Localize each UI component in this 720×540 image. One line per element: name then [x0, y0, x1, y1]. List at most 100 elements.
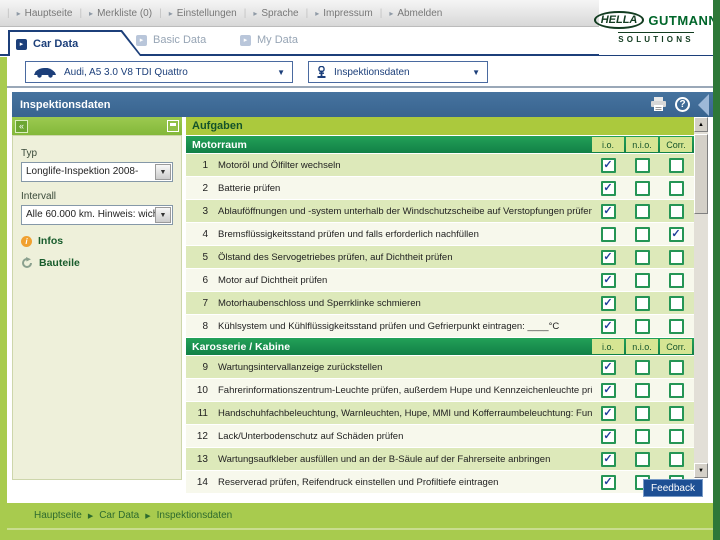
- checkbox-nio[interactable]: [635, 181, 650, 196]
- checkbox-io[interactable]: ✓: [601, 429, 616, 444]
- task-number: 6: [186, 275, 208, 286]
- menu-item-abmelden[interactable]: ▸ Abmelden: [389, 8, 442, 19]
- checkbox-corr[interactable]: [669, 406, 684, 421]
- checkbox-nio[interactable]: [635, 429, 650, 444]
- module-dropdown[interactable]: Inspektionsdaten ▼: [308, 61, 488, 83]
- checkbox-corr[interactable]: ✓: [669, 227, 684, 242]
- task-row: 11 Handschuhfachbeleuchtung, Warnleuchte…: [186, 402, 694, 424]
- checkbox-corr[interactable]: [669, 204, 684, 219]
- tab-my-data[interactable]: ▸ My Data: [240, 34, 298, 46]
- feedback-button[interactable]: Feedback: [643, 479, 703, 497]
- checkbox-nio[interactable]: [635, 158, 650, 173]
- menu-item-hauptseite[interactable]: ▸ Hauptseite: [17, 8, 73, 19]
- checkbox-corr[interactable]: [669, 250, 684, 265]
- checkbox-nio[interactable]: [635, 296, 650, 311]
- typ-select[interactable]: Longlife-Inspektion 2008- ▼: [21, 162, 173, 182]
- checkbox-io[interactable]: ✓: [601, 296, 616, 311]
- sidebar-item-bauteile[interactable]: Bauteile: [21, 257, 173, 269]
- task-number: 12: [186, 431, 208, 442]
- chevron-down-icon[interactable]: ▼: [155, 164, 171, 180]
- breadcrumb-item[interactable]: Car Data: [99, 510, 139, 521]
- checkbox-corr[interactable]: [669, 360, 684, 375]
- task-row: 6 Motor auf Dichtheit prüfen ✓: [186, 269, 694, 291]
- menu-item-merkliste-0[interactable]: ▸ Merkliste (0): [89, 8, 152, 19]
- checkbox-corr[interactable]: [669, 158, 684, 173]
- chevron-down-icon[interactable]: ▼: [155, 207, 171, 223]
- solutions-wordmark: SOLUTIONS: [618, 32, 693, 44]
- task-list: Aufgaben Motorraum i.o. n.i.o. Corr. 1 M…: [186, 117, 694, 493]
- checkbox-nio[interactable]: [635, 273, 650, 288]
- checkbox-corr[interactable]: [669, 273, 684, 288]
- checkbox-io[interactable]: ✓: [601, 204, 616, 219]
- app-root: | ▸ Hauptseite | ▸ Merkliste (0) | ▸ Ein…: [0, 0, 720, 540]
- vehicle-dropdown[interactable]: Audi, A5 3.0 V8 TDI Quattro ▼: [25, 61, 293, 83]
- section-title: Motorraum: [186, 139, 592, 151]
- task-number: 10: [186, 385, 208, 396]
- checkbox-nio[interactable]: [635, 204, 650, 219]
- section-title: Karosserie / Kabine: [186, 341, 592, 353]
- checkbox-nio[interactable]: [635, 250, 650, 265]
- task-row: 1 Motoröl und Ölfilter wechseln ✓: [186, 154, 694, 176]
- menu-separator: |: [79, 8, 82, 19]
- breadcrumb-arrow-icon: ▶: [88, 512, 93, 520]
- scrollbar-thumb[interactable]: [694, 134, 708, 214]
- sidebar-link-label: Infos: [38, 235, 63, 247]
- task-text: Motorhaubenschloss und Sperrklinke schmi…: [218, 298, 592, 309]
- panel-header: Inspektionsdaten ?: [12, 92, 713, 117]
- checkbox-io[interactable]: ✓: [601, 475, 616, 490]
- checkbox-corr[interactable]: [669, 429, 684, 444]
- checkbox-io[interactable]: ✓: [601, 158, 616, 173]
- checkbox-io[interactable]: ✓: [601, 360, 616, 375]
- column-header: Corr.: [660, 137, 692, 152]
- tab-basic-data[interactable]: ▸ Basic Data: [136, 34, 206, 46]
- scroll-down-icon[interactable]: ▼: [694, 463, 708, 478]
- tab-car-data[interactable]: ▸ Car Data: [8, 30, 142, 56]
- tab-label: My Data: [257, 34, 298, 46]
- intervall-select[interactable]: Alle 60.000 km. Hinweis: wichtig ▼: [21, 205, 173, 225]
- task-row: 13 Wartungsaufkleber ausfüllen und an de…: [186, 448, 694, 470]
- checkbox-io[interactable]: [601, 227, 616, 242]
- task-row: 2 Batterie prüfen ✓: [186, 177, 694, 199]
- print-icon[interactable]: [650, 97, 667, 112]
- checkbox-nio[interactable]: [635, 383, 650, 398]
- checkbox-io[interactable]: ✓: [601, 383, 616, 398]
- breadcrumb-item[interactable]: Hauptseite: [34, 510, 82, 521]
- task-row: 3 Ablauföffnungen und -system unterhalb …: [186, 200, 694, 222]
- checkbox-corr[interactable]: [669, 383, 684, 398]
- breadcrumb-item[interactable]: Inspektionsdaten: [157, 510, 233, 521]
- sidebar: Typ Longlife-Inspektion 2008- ▼ Interval…: [12, 135, 182, 480]
- checkbox-io[interactable]: ✓: [601, 181, 616, 196]
- menu-item-impressum[interactable]: ▸ Impressum: [315, 8, 372, 19]
- checkbox-nio[interactable]: [635, 452, 650, 467]
- pin-icon[interactable]: [167, 120, 179, 132]
- checkbox-nio[interactable]: [635, 406, 650, 421]
- tab-arrow-icon: ▸: [240, 35, 251, 46]
- checkbox-io[interactable]: ✓: [601, 319, 616, 334]
- checkbox-corr[interactable]: [669, 452, 684, 467]
- checkbox-nio[interactable]: [635, 227, 650, 242]
- sidebar-collapse-button[interactable]: «: [15, 120, 28, 133]
- help-icon[interactable]: ?: [675, 97, 690, 112]
- scroll-up-icon[interactable]: ▲: [694, 117, 708, 132]
- checkbox-nio[interactable]: [635, 319, 650, 334]
- sidebar-item-infos[interactable]: i Infos: [21, 235, 173, 247]
- panel-collapse-arrow-icon[interactable]: [698, 94, 709, 116]
- checkbox-corr[interactable]: [669, 319, 684, 334]
- menu-item-einstellungen[interactable]: ▸ Einstellungen: [169, 8, 237, 19]
- vertical-scrollbar[interactable]: ▲ ▼: [694, 117, 708, 478]
- module-dropdown-value: Inspektionsdaten: [334, 67, 410, 78]
- menu-item-sprache[interactable]: ▸ Sprache: [253, 8, 298, 19]
- checkbox-io[interactable]: ✓: [601, 406, 616, 421]
- vehicle-dropdown-value: Audi, A5 3.0 V8 TDI Quattro: [64, 67, 188, 78]
- checkbox-io[interactable]: ✓: [601, 273, 616, 288]
- aufgaben-header: Aufgaben: [186, 117, 694, 135]
- checkbox-corr[interactable]: [669, 296, 684, 311]
- checkbox-io[interactable]: ✓: [601, 452, 616, 467]
- column-header: n.i.o.: [626, 339, 658, 354]
- checkbox-nio[interactable]: [635, 360, 650, 375]
- chevron-down-icon: ▼: [277, 68, 285, 77]
- checkbox-corr[interactable]: [669, 181, 684, 196]
- checkbox-io[interactable]: ✓: [601, 250, 616, 265]
- task-text: Kühlsystem und Kühlflüssigkeitsstand prü…: [218, 321, 592, 332]
- tab-label: Basic Data: [153, 34, 206, 46]
